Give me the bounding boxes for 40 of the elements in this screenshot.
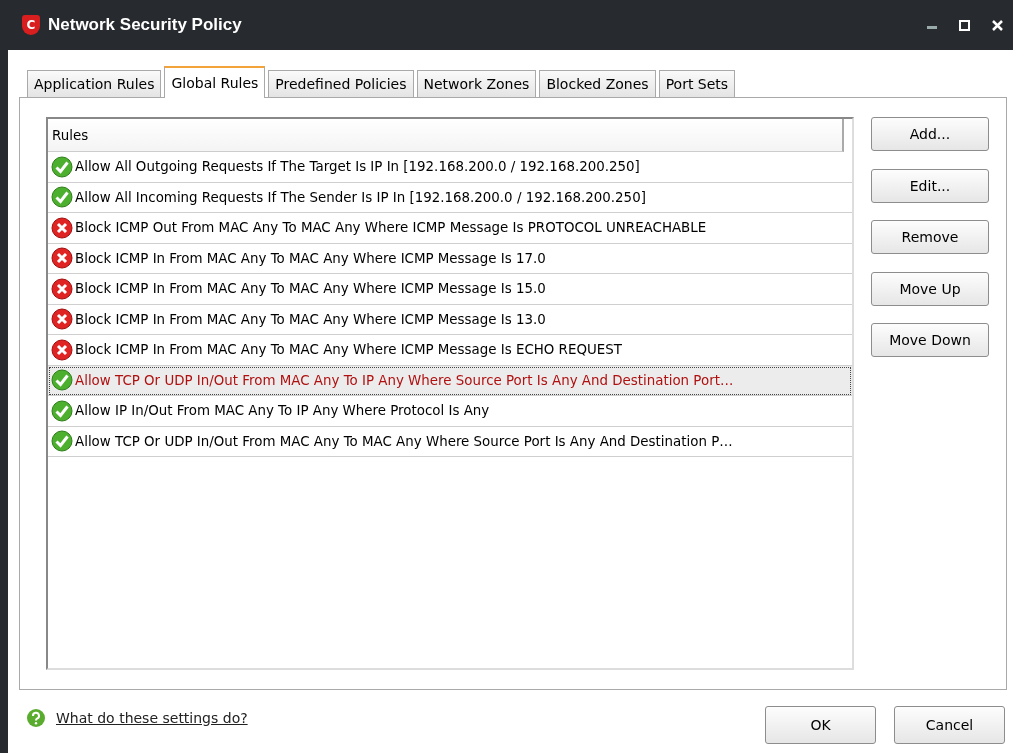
tab[interactable]: Global Rules [164,66,266,98]
tab[interactable]: Predefined Policies [268,70,414,97]
rule-row[interactable]: Allow All Outgoing Requests If The Target Is IP In [192.168.200.0 / 192.168.200.250] [48,152,852,183]
rule-row[interactable]: Block ICMP In From MAC Any To MAC Any Where ICMP Message Is 13.0 [48,304,852,335]
maximize-icon[interactable] [959,19,970,31]
dialog-button[interactable]: OK [765,706,876,744]
check-icon [51,155,73,178]
tab[interactable]: Application Rules [27,70,162,97]
cross-icon [51,277,73,300]
help-icon [26,708,46,728]
cross-icon [51,308,73,331]
cross-icon [51,247,73,270]
rule-row[interactable]: Allow All Incoming Requests If The Sender Is IP In [192.168.200.0 / 192.168.200.250] [48,182,852,213]
tab[interactable]: Network Zones [416,70,537,97]
tab[interactable]: Blocked Zones [539,70,656,97]
rule-row[interactable]: Block ICMP In From MAC Any To MAC Any Where ICMP Message Is 17.0 [48,243,852,274]
check-icon [51,186,73,209]
window-title: Network Security Policy [48,15,242,35]
close-icon[interactable] [992,19,1003,31]
help-link[interactable]: What do these settings do? [56,710,248,726]
action-button[interactable]: Edit... [871,168,989,203]
check-icon [51,430,73,453]
check-icon [51,369,73,392]
check-icon [51,399,73,422]
cross-icon [51,216,73,239]
rule-row[interactable]: Allow TCP Or UDP In/Out From MAC Any To IP Any Where Source Port Is Any And Destination Port… [48,365,852,396]
action-button[interactable]: Move Up [871,271,989,306]
action-button[interactable]: Move Down [871,323,989,357]
column-header: Rules [52,127,89,143]
tab[interactable]: Port Sets [658,70,736,97]
rule-row[interactable]: Block ICMP Out From MAC Any To MAC Any Where ICMP Message Is PROTOCOL UNREACHABLE [48,213,852,244]
action-button[interactable]: Remove [871,220,989,254]
rule-row[interactable]: Allow TCP Or UDP In/Out From MAC Any To MAC Any Where Source Port Is Any And Destination P… [48,426,852,457]
rule-row[interactable]: Block ICMP In From MAC Any To MAC Any Where ICMP Message Is ECHO REQUEST [48,335,852,366]
cross-icon [51,338,73,361]
app-logo: C [22,15,40,35]
rule-row[interactable]: Block ICMP In From MAC Any To MAC Any Where ICMP Message Is 15.0 [48,274,852,305]
rule-row[interactable]: Allow IP In/Out From MAC Any To IP Any Where Protocol Is Any [48,396,852,427]
dialog-button[interactable]: Cancel [894,706,1005,744]
action-button[interactable]: Add... [871,117,989,151]
